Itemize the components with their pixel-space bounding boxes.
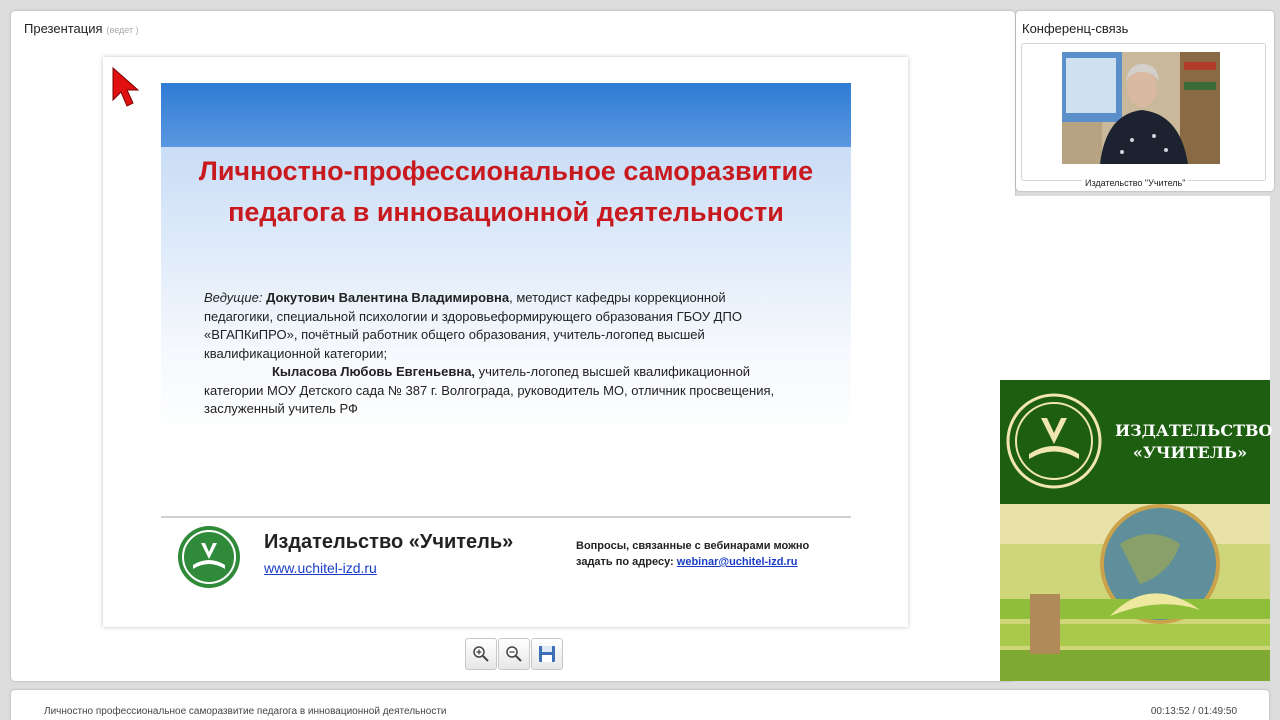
zoom-out-button[interactable] bbox=[498, 638, 530, 670]
save-button[interactable] bbox=[531, 638, 563, 670]
save-icon bbox=[539, 646, 555, 662]
ad-line2: «УЧИТЕЛЬ» bbox=[1132, 443, 1248, 462]
ad-line1: ИЗДАТЕЛЬСТВО bbox=[1115, 421, 1273, 440]
playback-time: 00:13:52 / 01:49:50 bbox=[1150, 706, 1237, 717]
zoom-in-icon bbox=[473, 646, 489, 662]
video-conference-panel: Конференц-связь Издательство "Учитель" bbox=[1016, 11, 1274, 191]
questions-email-link[interactable]: webinar@uchitel-izd.ru bbox=[677, 556, 798, 568]
zoom-out-icon bbox=[506, 646, 522, 662]
presentation-panel-title: Презентация (ведет ) bbox=[24, 21, 139, 36]
presentation-panel: Презентация (ведет ) Личностно-профессион… bbox=[11, 11, 1015, 681]
slide-header-band bbox=[161, 83, 851, 147]
participant-video-image bbox=[1062, 52, 1220, 164]
zoom-in-button[interactable] bbox=[465, 638, 497, 670]
presentation-title: Презентация bbox=[24, 21, 103, 36]
questions-note: Вопросы, связанные с вебинарами можно за… bbox=[576, 538, 809, 570]
questions-text: Вопросы, связанные с вебинарами можно bbox=[576, 540, 810, 552]
publisher-ad-banner[interactable]: ИЗДАТЕЛЬСТВО «УЧИТЕЛЬ» bbox=[1000, 380, 1273, 504]
publisher-logo-icon bbox=[178, 526, 240, 588]
webinar-title: Личностно профессиональное саморазвитие … bbox=[44, 706, 447, 717]
books-globe-image bbox=[1000, 504, 1270, 681]
participant-label: Издательство "Учитель" bbox=[1082, 177, 1189, 189]
lead1-name: Докутович Валентина Владимировна bbox=[266, 290, 510, 305]
video-feed[interactable]: Издательство "Учитель" bbox=[1021, 43, 1266, 189]
ad-books-image bbox=[1000, 504, 1270, 681]
publisher-emblem-icon bbox=[1006, 393, 1102, 489]
publisher-name: Издательство «Учитель» bbox=[264, 531, 514, 553]
ad-banner-text: ИЗДАТЕЛЬСТВО «УЧИТЕЛЬ» bbox=[1115, 420, 1273, 464]
questions-text2: задать по адресу: bbox=[576, 556, 677, 568]
slide-title: Личностно-профессиональное саморазвитие … bbox=[198, 156, 814, 227]
playback-status-bar: Личностно профессиональное саморазвитие … bbox=[11, 690, 1269, 720]
slide-canvas: Личностно-профессиональное саморазвитие … bbox=[103, 57, 908, 627]
leads-label: Ведущие: bbox=[204, 290, 263, 305]
slide-divider bbox=[161, 516, 851, 518]
presenter-status: (ведет ) bbox=[106, 25, 139, 35]
lead2-name: Кыласова Любовь Евгеньевна, bbox=[272, 364, 476, 379]
publisher-url-link[interactable]: www.uchitel-izd.ru bbox=[264, 560, 377, 576]
slide-leads-text: Ведущие: Докутович Валентина Владимировн… bbox=[204, 289, 794, 419]
video-panel-title: Конференц-связь bbox=[1022, 21, 1129, 36]
pointer-cursor-icon bbox=[112, 66, 139, 107]
empty-side-area bbox=[1000, 196, 1270, 380]
